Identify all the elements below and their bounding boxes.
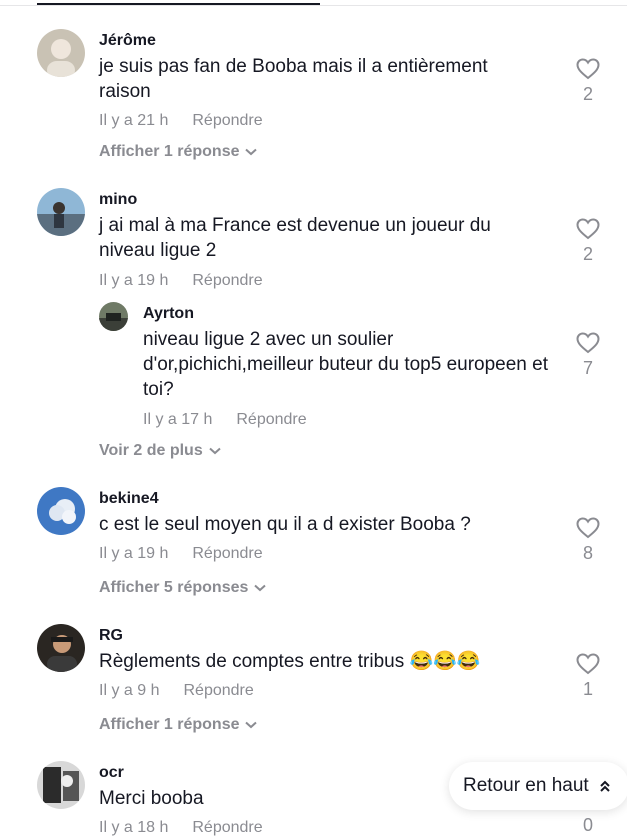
- view-more-replies-button[interactable]: Voir 2 de plus: [99, 442, 221, 460]
- like-button[interactable]: 2: [573, 218, 603, 265]
- comment-text: Règlements de comptes entre tribus 😂😂😂: [99, 651, 481, 672]
- like-button[interactable]: 0: [573, 815, 603, 836]
- comment-time: Il y a 21 h: [99, 112, 169, 129]
- comment-text: Merci booba: [99, 788, 204, 809]
- avatar[interactable]: [37, 761, 85, 809]
- comment-text: c est le seul moyen qu il a d exister Bo…: [99, 514, 471, 535]
- chevron-down-icon: [245, 721, 258, 729]
- reply-button[interactable]: Répondre: [183, 682, 253, 699]
- reply-text: niveau ligue 2 avec un soulier d'or,pich…: [143, 329, 549, 400]
- like-count: 8: [582, 543, 593, 563]
- reply-button[interactable]: Répondre: [192, 112, 262, 129]
- comment-text: j ai mal à ma France est devenue un joue…: [99, 215, 491, 261]
- heart-outline-icon: [576, 653, 600, 675]
- reply-button[interactable]: Répondre: [192, 272, 262, 289]
- avatar[interactable]: [99, 302, 128, 331]
- like-count: 2: [582, 84, 593, 104]
- avatar[interactable]: [37, 188, 85, 236]
- like-count: 7: [582, 358, 593, 378]
- tab-divider: [0, 5, 627, 6]
- comment-meta: Il y a 21 h Répondre: [99, 112, 263, 130]
- like-button[interactable]: 7: [573, 332, 603, 379]
- comment-username[interactable]: bekine4: [99, 490, 159, 508]
- avatar[interactable]: [37, 29, 85, 77]
- active-tab-indicator: [37, 3, 320, 5]
- reply-meta: Il y a 17 h Répondre: [143, 411, 307, 429]
- show-replies-label: Afficher 1 réponse: [99, 716, 240, 733]
- show-replies-label: Afficher 1 réponse: [99, 143, 240, 160]
- reply-button[interactable]: Répondre: [192, 545, 262, 562]
- like-button[interactable]: 1: [573, 653, 603, 700]
- show-replies-button[interactable]: Afficher 1 réponse: [99, 716, 258, 734]
- heart-outline-icon: [576, 58, 600, 80]
- avatar[interactable]: [37, 624, 85, 672]
- like-count: 2: [582, 244, 593, 264]
- like-button[interactable]: 8: [573, 517, 603, 564]
- heart-outline-icon: [576, 332, 600, 354]
- show-replies-button[interactable]: Afficher 1 réponse: [99, 143, 258, 161]
- like-count: 1: [582, 679, 593, 699]
- heart-outline-icon: [576, 517, 600, 539]
- comment-username[interactable]: ocr: [99, 764, 124, 782]
- comment-time: Il y a 19 h: [99, 272, 169, 289]
- comment-meta: Il y a 18 h Répondre: [99, 819, 263, 837]
- comment-time: Il y a 19 h: [99, 545, 169, 562]
- chevron-down-icon: [245, 148, 258, 156]
- show-replies-label: Afficher 5 réponses: [99, 579, 249, 596]
- chevron-down-icon: [254, 584, 267, 592]
- avatar[interactable]: [37, 487, 85, 535]
- like-button[interactable]: 2: [573, 58, 603, 105]
- reply-button[interactable]: Répondre: [236, 411, 306, 428]
- chevron-down-icon: [209, 447, 221, 455]
- comment-meta: Il y a 9 h Répondre: [99, 682, 254, 700]
- comment-username[interactable]: Jérôme: [99, 32, 156, 50]
- reply-time: Il y a 17 h: [143, 411, 213, 428]
- comment-meta: Il y a 19 h Répondre: [99, 272, 263, 290]
- like-count: 0: [582, 815, 593, 835]
- back-to-top-label: Retour en haut: [463, 775, 589, 796]
- comment-text: je suis pas fan de Booba mais il a entiè…: [99, 56, 488, 102]
- show-replies-button[interactable]: Afficher 5 réponses: [99, 579, 267, 597]
- comment-meta: Il y a 19 h Répondre: [99, 545, 263, 563]
- back-to-top-button[interactable]: Retour en haut: [449, 762, 627, 810]
- comment-username[interactable]: mino: [99, 191, 137, 209]
- reply-username[interactable]: Ayrton: [143, 305, 194, 323]
- comment-username[interactable]: RG: [99, 627, 123, 645]
- view-more-label: Voir 2 de plus: [99, 442, 203, 459]
- comment-time: Il y a 9 h: [99, 682, 160, 699]
- heart-outline-icon: [576, 218, 600, 240]
- chevrons-up-icon: [599, 780, 610, 792]
- comment-time: Il y a 18 h: [99, 819, 169, 836]
- reply-button[interactable]: Répondre: [192, 819, 262, 836]
